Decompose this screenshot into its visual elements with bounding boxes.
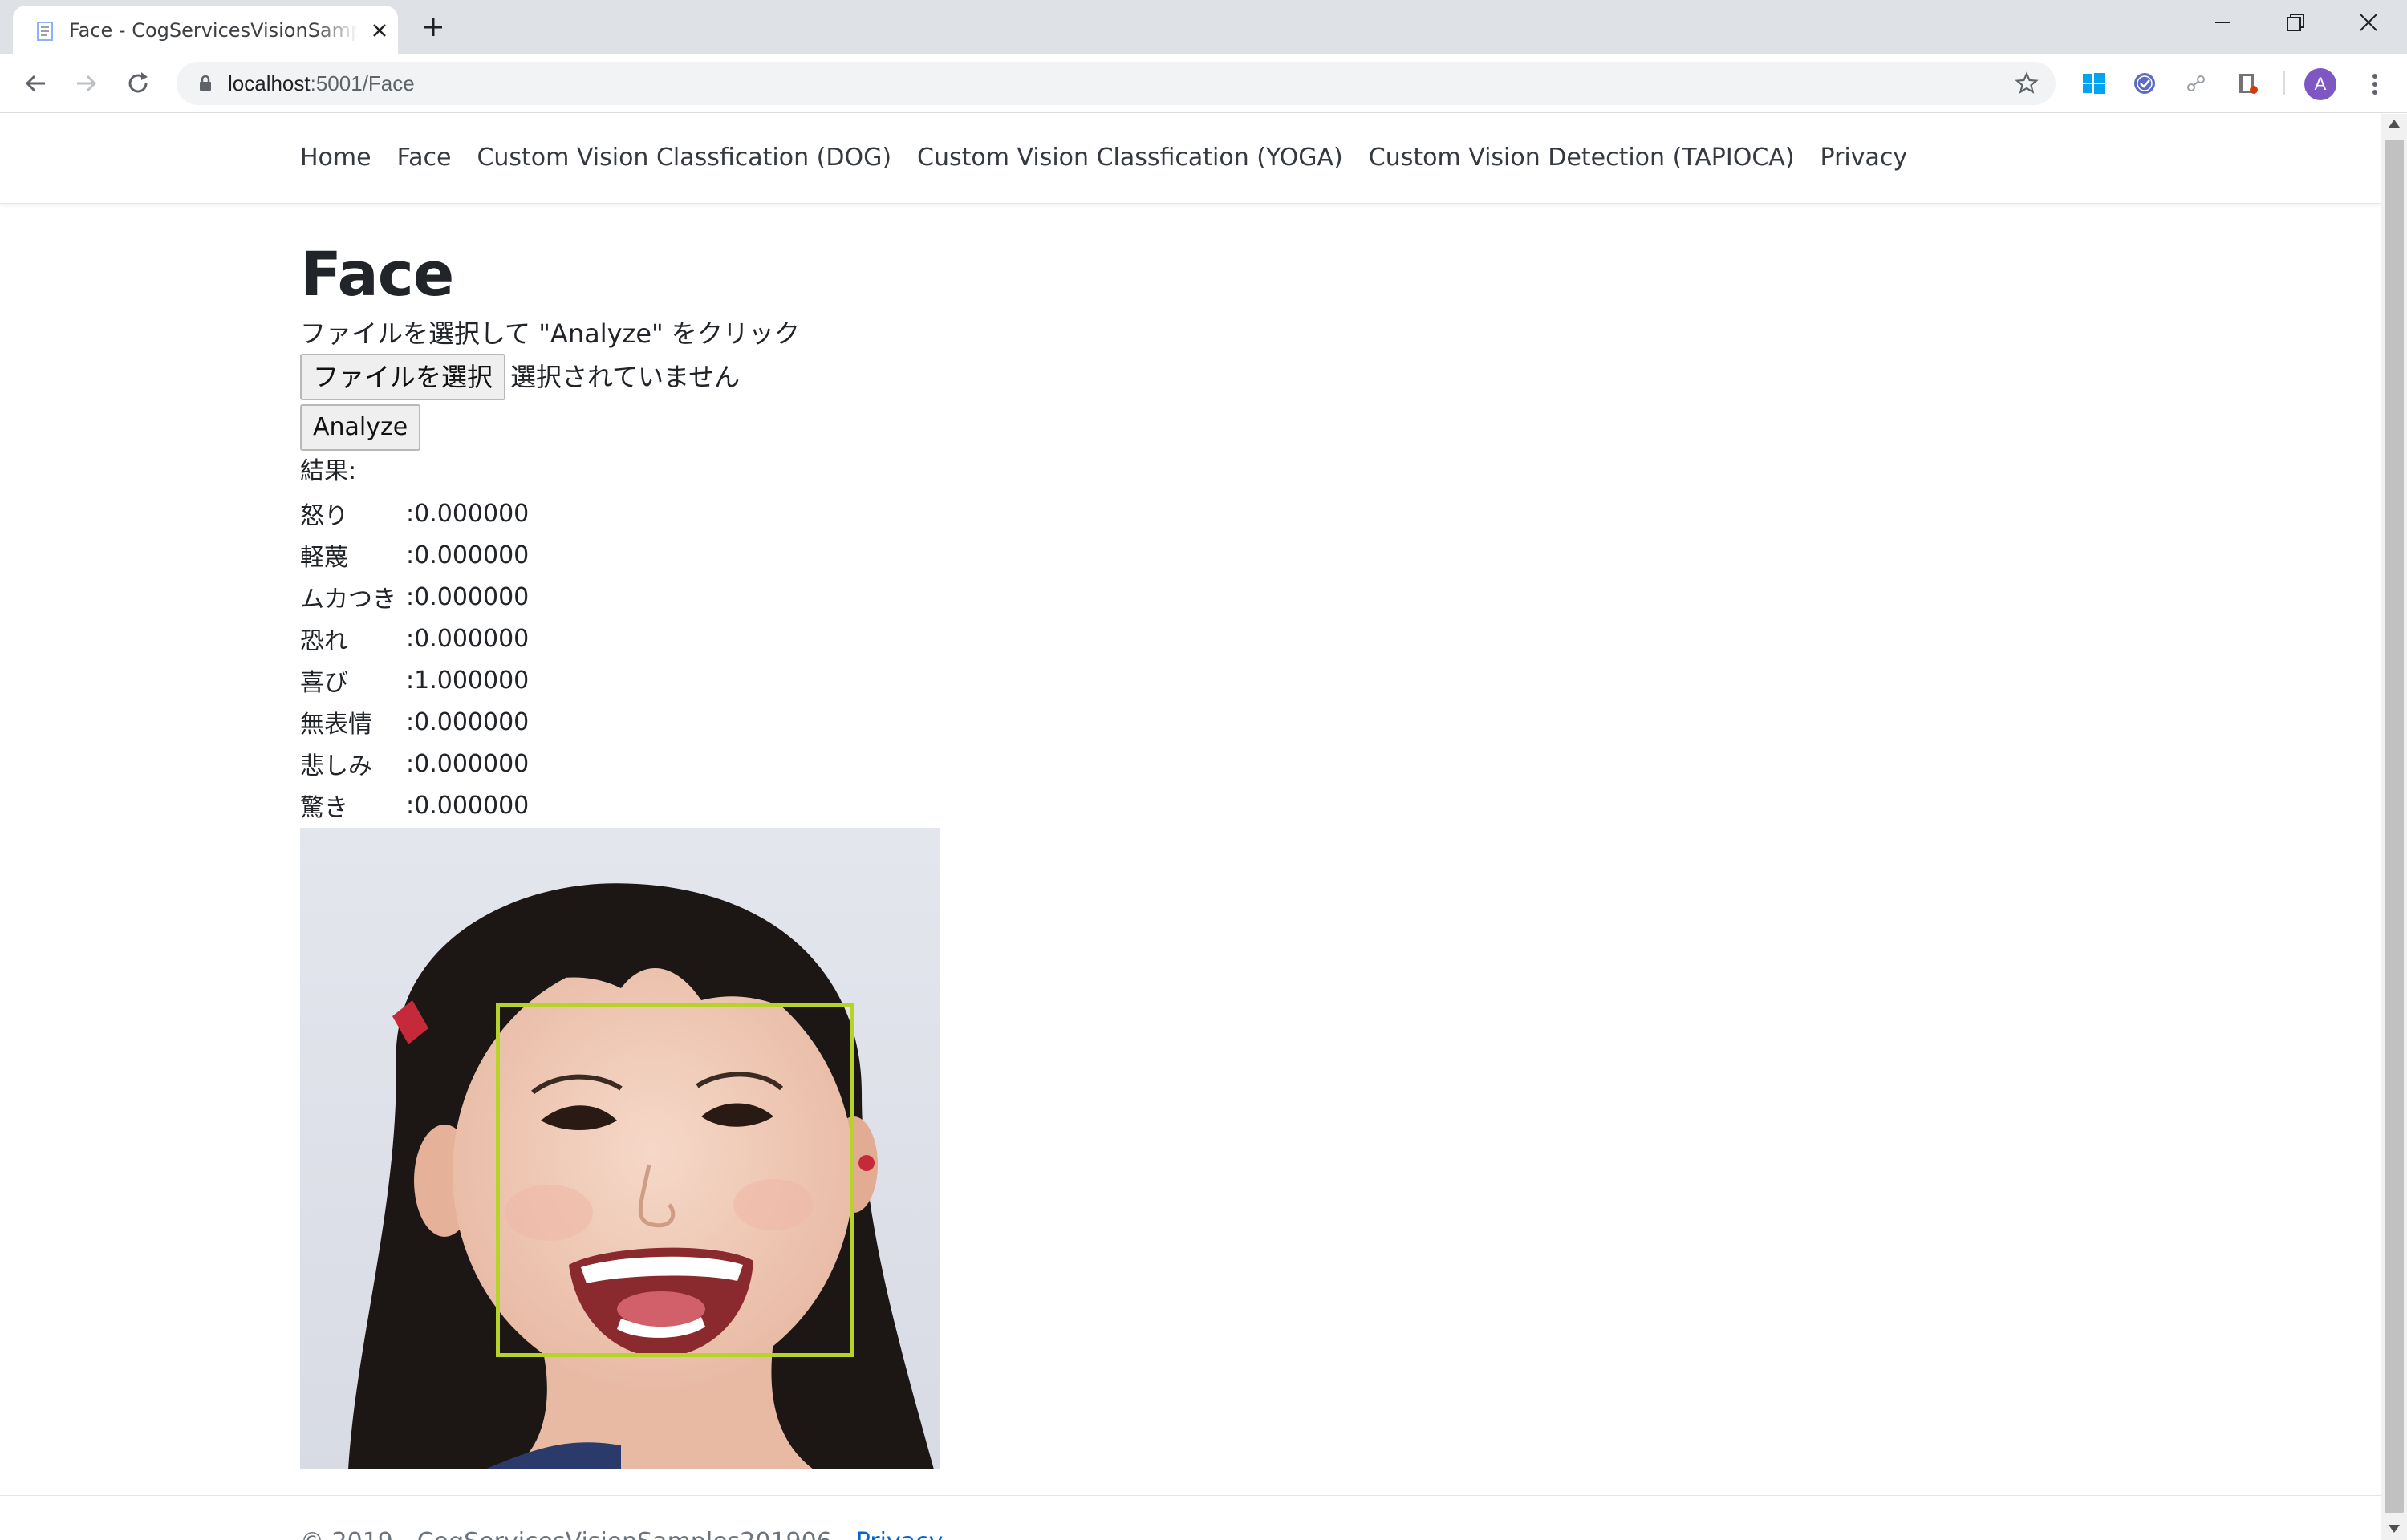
- emotion-list: 怒り :0.000000 軽蔑 :0.000000 ムカつき :0.000000…: [300, 492, 2065, 826]
- profile-avatar[interactable]: A: [2304, 68, 2336, 100]
- nav-links: Home Face Custom Vision Classfication (D…: [300, 138, 1907, 178]
- page-icon: [37, 22, 53, 41]
- nav-link-custom-vision-yoga[interactable]: Custom Vision Classfication (YOGA): [917, 138, 1343, 178]
- emotion-value: :0.000000: [406, 499, 530, 528]
- url-path: :5001/Face: [310, 71, 415, 95]
- instruction-text: ファイルを選択して "Analyze" をクリック: [300, 318, 800, 349]
- nav-link-custom-vision-dog[interactable]: Custom Vision Classfication (DOG): [477, 138, 891, 178]
- forward-arrow-icon[interactable]: [71, 67, 103, 99]
- emotion-row: 恐れ :0.000000: [300, 618, 2065, 659]
- close-window-icon[interactable]: [2344, 6, 2393, 38]
- emotion-name: 怒り: [300, 502, 348, 530]
- emotion-name: 無表情: [300, 711, 372, 739]
- analyze-button[interactable]: Analyze: [300, 404, 421, 451]
- page-viewport: Home Face Custom Vision Classfication (D…: [0, 114, 2381, 1540]
- lock-icon[interactable]: [194, 72, 217, 95]
- emotion-row: 無表情 :0.000000: [300, 701, 2065, 743]
- tab-title: Face - CogServicesVisionSamples: [69, 19, 358, 42]
- tab-strip: Face - CogServicesVisionSamples: [0, 0, 2407, 54]
- nav-link-face[interactable]: Face: [397, 138, 452, 178]
- close-tab-icon[interactable]: [366, 17, 393, 44]
- nav-link-custom-vision-tapioca[interactable]: Custom Vision Detection (TAPIOCA): [1369, 138, 1795, 178]
- emotion-value: :0.000000: [406, 541, 530, 569]
- emotion-value: :0.000000: [406, 791, 530, 820]
- address-bar[interactable]: localhost:5001/Face: [177, 62, 2056, 105]
- emotion-row: 悲しみ :0.000000: [300, 743, 2065, 784]
- toolbar-separator: [2283, 71, 2285, 95]
- emotion-name: 悲しみ: [300, 752, 372, 780]
- emotion-row: 驚き :0.000000: [300, 784, 2065, 826]
- minimize-icon[interactable]: [2198, 6, 2247, 38]
- emotion-name: ムカつき: [300, 586, 396, 614]
- emotion-name: 恐れ: [300, 627, 348, 655]
- restore-icon[interactable]: [2271, 6, 2319, 38]
- office-extension-icon[interactable]: [2234, 70, 2261, 97]
- footer-privacy-link[interactable]: Privacy: [856, 1528, 944, 1540]
- scroll-down-arrow-icon[interactable]: [2388, 1524, 2401, 1534]
- emotion-row: 軽蔑 :0.000000: [300, 534, 2065, 576]
- face-bounding-box: [496, 1003, 854, 1357]
- file-status: 選択されていません: [510, 362, 741, 392]
- reload-icon[interactable]: [122, 67, 154, 99]
- emotion-value: :0.000000: [406, 624, 530, 653]
- choose-file-button[interactable]: ファイルを選択: [300, 354, 506, 400]
- more-menu-icon[interactable]: [2359, 68, 2391, 100]
- emotion-name: 驚き: [300, 794, 348, 822]
- browser-toolbar: localhost:5001/Face A: [0, 54, 2407, 113]
- analyzed-photo: [300, 828, 940, 1469]
- link-extension-icon[interactable]: [2182, 70, 2210, 97]
- scroll-thumb[interactable]: [2385, 140, 2404, 1513]
- new-tab-icon[interactable]: [417, 11, 449, 43]
- emotion-value: :0.000000: [406, 749, 530, 778]
- page-title: Face: [300, 238, 454, 310]
- nav-link-privacy[interactable]: Privacy: [1820, 138, 1908, 178]
- emotion-value: :1.000000: [406, 666, 530, 695]
- emotion-row: ムカつき :0.000000: [300, 576, 2065, 618]
- main-content: Face ファイルを選択して "Analyze" をクリック ファイルを選択 選…: [300, 234, 2065, 826]
- url-text[interactable]: localhost:5001/Face: [228, 70, 415, 97]
- browser-tab[interactable]: Face - CogServicesVisionSamples: [13, 6, 398, 54]
- vertical-scrollbar[interactable]: [2381, 114, 2407, 1540]
- emotion-row: 怒り :0.000000: [300, 492, 2065, 534]
- emotion-value: :0.000000: [406, 582, 530, 611]
- emotion-value: :0.000000: [406, 707, 530, 736]
- scroll-up-arrow-icon[interactable]: [2388, 119, 2401, 128]
- emotion-name: 軽蔑: [300, 544, 348, 572]
- footer: © 2019 - CogServicesVisionSamples201906 …: [0, 1495, 2381, 1540]
- windows-extension-icon[interactable]: [2080, 70, 2107, 97]
- nav-link-home[interactable]: Home: [300, 138, 371, 178]
- check-extension-icon[interactable]: [2131, 70, 2158, 97]
- copyright-text: © 2019 - CogServicesVisionSamples201906 …: [300, 1528, 856, 1540]
- back-arrow-icon[interactable]: [19, 67, 51, 99]
- file-input: ファイルを選択 選択されていません: [300, 353, 2065, 401]
- url-host: localhost: [228, 71, 311, 95]
- site-navbar: Home Face Custom Vision Classfication (D…: [0, 114, 2381, 204]
- emotion-row: 喜び :1.000000: [300, 659, 2065, 701]
- bookmark-star-icon[interactable]: [2014, 71, 2040, 96]
- emotion-name: 喜び: [300, 669, 348, 697]
- footer-text: © 2019 - CogServicesVisionSamples201906 …: [300, 1526, 943, 1540]
- result-label: 結果:: [300, 457, 357, 485]
